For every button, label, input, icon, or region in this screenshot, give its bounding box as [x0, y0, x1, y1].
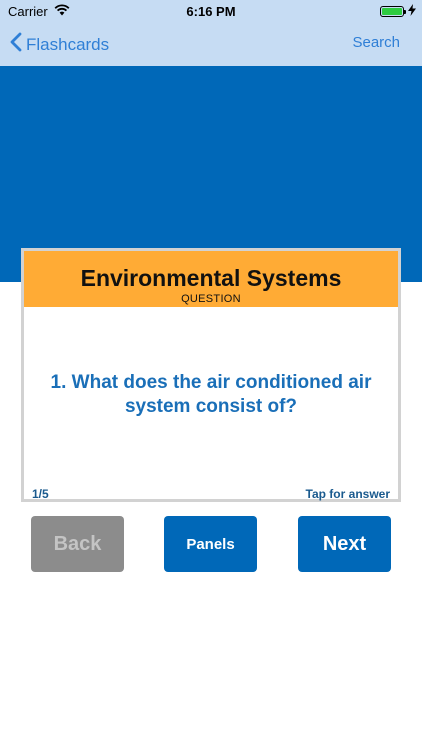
flashcard[interactable]: Environmental Systems QUESTION 1. What d…: [21, 248, 401, 502]
tap-for-answer-hint: Tap for answer: [305, 487, 390, 501]
card-title: Environmental Systems: [80, 265, 342, 291]
charging-bolt-icon: [408, 4, 416, 19]
back-to-flashcards-button[interactable]: Flashcards: [10, 32, 109, 57]
status-time: 6:16 PM: [186, 4, 236, 19]
status-right: [380, 4, 416, 19]
status-bar: Carrier 6:16 PM: [0, 0, 422, 22]
chevron-left-icon: [10, 32, 22, 57]
back-label: Flashcards: [26, 34, 110, 54]
card-subtitle: QUESTION: [181, 293, 241, 305]
flashcard-screen: Carrier 6:16 PM Flashcards Search Enviro…: [0, 0, 422, 750]
back-button[interactable]: Back: [31, 516, 124, 572]
card-counter: 1/5: [32, 487, 49, 501]
panels-button[interactable]: Panels: [164, 516, 257, 572]
top-bar: Carrier 6:16 PM Flashcards Search: [0, 0, 422, 66]
navigation-bar: Flashcards Search: [0, 22, 422, 66]
card-question: 1. What does the air conditioned air sys…: [50, 372, 372, 417]
search-button[interactable]: Search: [352, 34, 400, 51]
card-header: Environmental Systems QUESTION: [24, 251, 398, 307]
battery-icon: [380, 6, 406, 17]
battery-fill: [382, 8, 402, 15]
next-button[interactable]: Next: [298, 516, 391, 572]
